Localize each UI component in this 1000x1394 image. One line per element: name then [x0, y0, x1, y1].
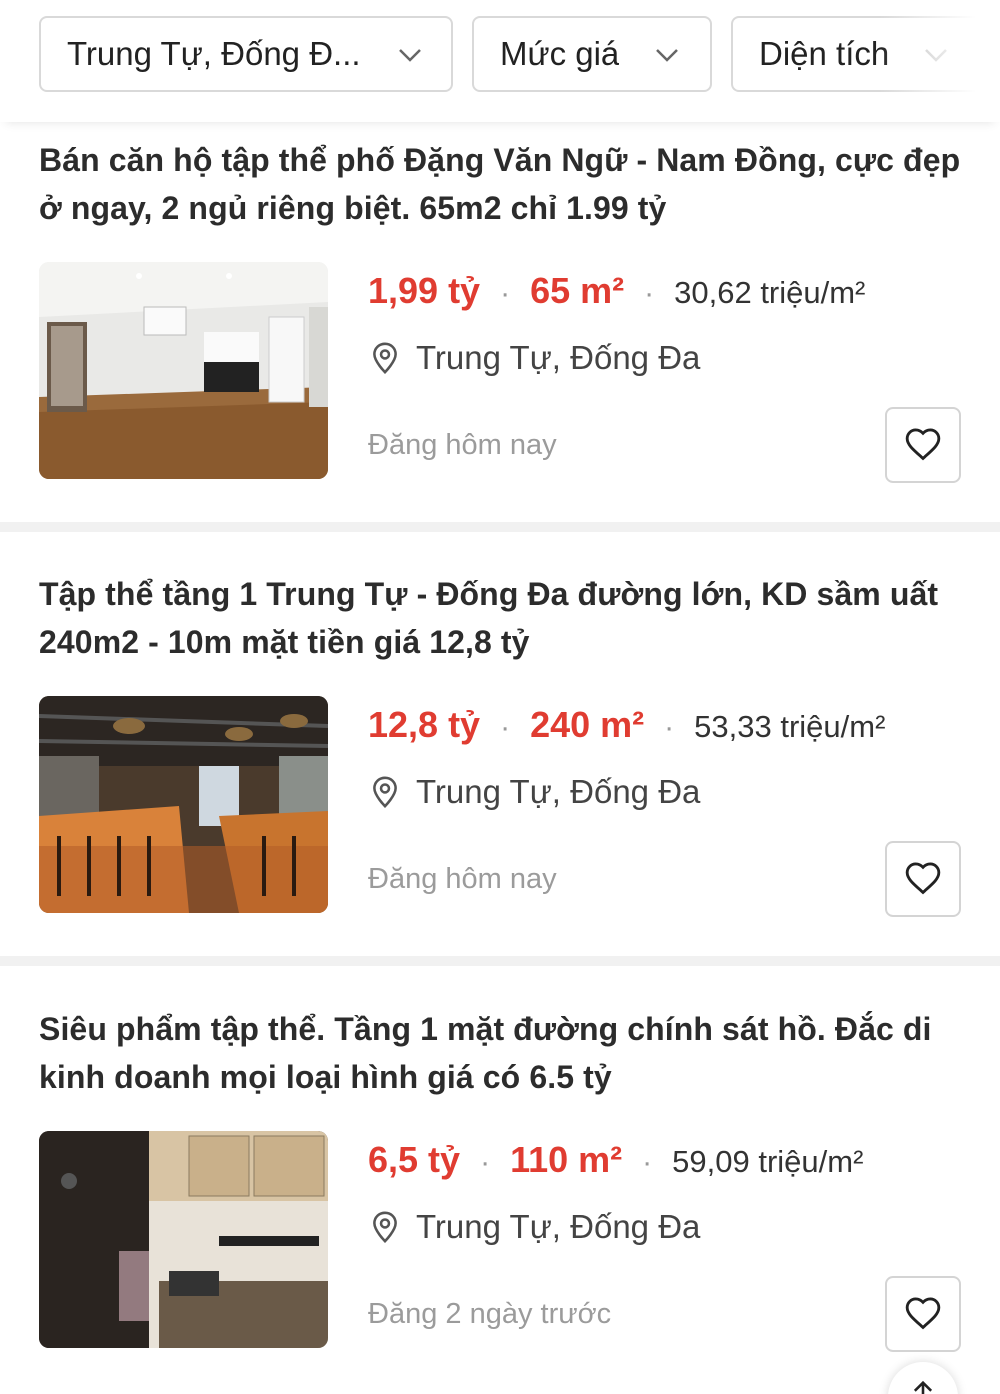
listing-photo[interactable]	[39, 1131, 328, 1348]
listing-unit-price: 53,33 triệu/m²	[694, 709, 886, 744]
heart-outline-icon	[905, 862, 941, 895]
listing-card[interactable]: Siêu phẩm tập thể. Tầng 1 mặt đường chín…	[0, 1005, 1000, 1394]
listing-title[interactable]: Bán căn hộ tập thể phố Đặng Văn Ngữ - Na…	[39, 136, 969, 232]
listing-posted-time: Đăng hôm nay	[368, 429, 557, 461]
listing-card[interactable]: Tập thể tầng 1 Trung Tự - Đống Đa đường …	[0, 570, 1000, 956]
arrow-up-icon	[913, 1380, 933, 1394]
listing-price: 1,99 tỷ	[368, 270, 481, 311]
listing-meta: 1,99 tỷ · 65 m² · 30,62 triệu/m²	[368, 270, 865, 312]
listing-location-text: Trung Tự, Đống Đa	[416, 339, 701, 376]
filter-bar: Trung Tự, Đống Đ... Mức giá Diện tích	[0, 0, 1000, 122]
listing-posted-time: Đăng hôm nay	[368, 863, 557, 895]
listing-title[interactable]: Siêu phẩm tập thể. Tầng 1 mặt đường chín…	[39, 1005, 969, 1101]
price-filter-label: Mức giá	[500, 35, 620, 72]
chevron-down-icon	[399, 49, 421, 62]
card-separator	[0, 522, 1000, 532]
listing-meta: 12,8 tỷ · 240 m² · 53,33 triệu/m²	[368, 704, 885, 746]
listing-area: 65 m²	[530, 270, 625, 311]
listing-location: Trung Tự, Đống Đa	[368, 339, 700, 377]
location-filter-dropdown[interactable]: Trung Tự, Đống Đ...	[39, 16, 453, 92]
meta-separator: ·	[500, 711, 511, 744]
price-filter-dropdown[interactable]: Mức giá	[472, 16, 712, 92]
location-pin-icon	[373, 776, 397, 808]
location-pin-icon	[373, 342, 397, 374]
area-filter-label: Diện tích	[759, 35, 890, 72]
meta-separator: ·	[644, 277, 655, 310]
listing-price: 12,8 tỷ	[368, 704, 481, 745]
meta-separator: ·	[500, 277, 511, 310]
meta-separator: ·	[480, 1146, 491, 1179]
listing-unit-price: 30,62 triệu/m²	[674, 275, 866, 310]
listing-unit-price: 59,09 triệu/m²	[672, 1144, 864, 1179]
meta-separator: ·	[642, 1146, 653, 1179]
listing-meta: 6,5 tỷ · 110 m² · 59,09 triệu/m²	[368, 1139, 863, 1181]
listing-location: Trung Tự, Đống Đa	[368, 773, 700, 811]
favorite-button[interactable]	[885, 841, 961, 917]
listing-title[interactable]: Tập thể tầng 1 Trung Tự - Đống Đa đường …	[39, 570, 969, 666]
area-filter-dropdown[interactable]: Diện tích	[731, 16, 1000, 92]
card-separator	[0, 956, 1000, 966]
listing-photo[interactable]	[39, 696, 328, 913]
favorite-button[interactable]	[885, 407, 961, 483]
heart-outline-icon	[905, 1297, 941, 1330]
listing-location-text: Trung Tự, Đống Đa	[416, 1208, 701, 1245]
listing-area: 110 m²	[510, 1139, 623, 1180]
chevron-down-icon	[656, 49, 678, 62]
location-filter-label: Trung Tự, Đống Đ...	[67, 35, 361, 72]
location-pin-icon	[373, 1211, 397, 1243]
listing-card[interactable]: Bán căn hộ tập thể phố Đặng Văn Ngữ - Na…	[0, 136, 1000, 522]
listing-area: 240 m²	[530, 704, 645, 745]
listing-photo[interactable]	[39, 262, 328, 479]
meta-separator: ·	[664, 711, 675, 744]
listing-location-text: Trung Tự, Đống Đa	[416, 773, 701, 810]
heart-outline-icon	[905, 428, 941, 461]
chevron-down-icon	[925, 49, 947, 62]
listing-price: 6,5 tỷ	[368, 1139, 461, 1180]
listing-posted-time: Đăng 2 ngày trước	[368, 1298, 612, 1330]
favorite-button[interactable]	[885, 1276, 961, 1352]
listing-location: Trung Tự, Đống Đa	[368, 1208, 700, 1246]
